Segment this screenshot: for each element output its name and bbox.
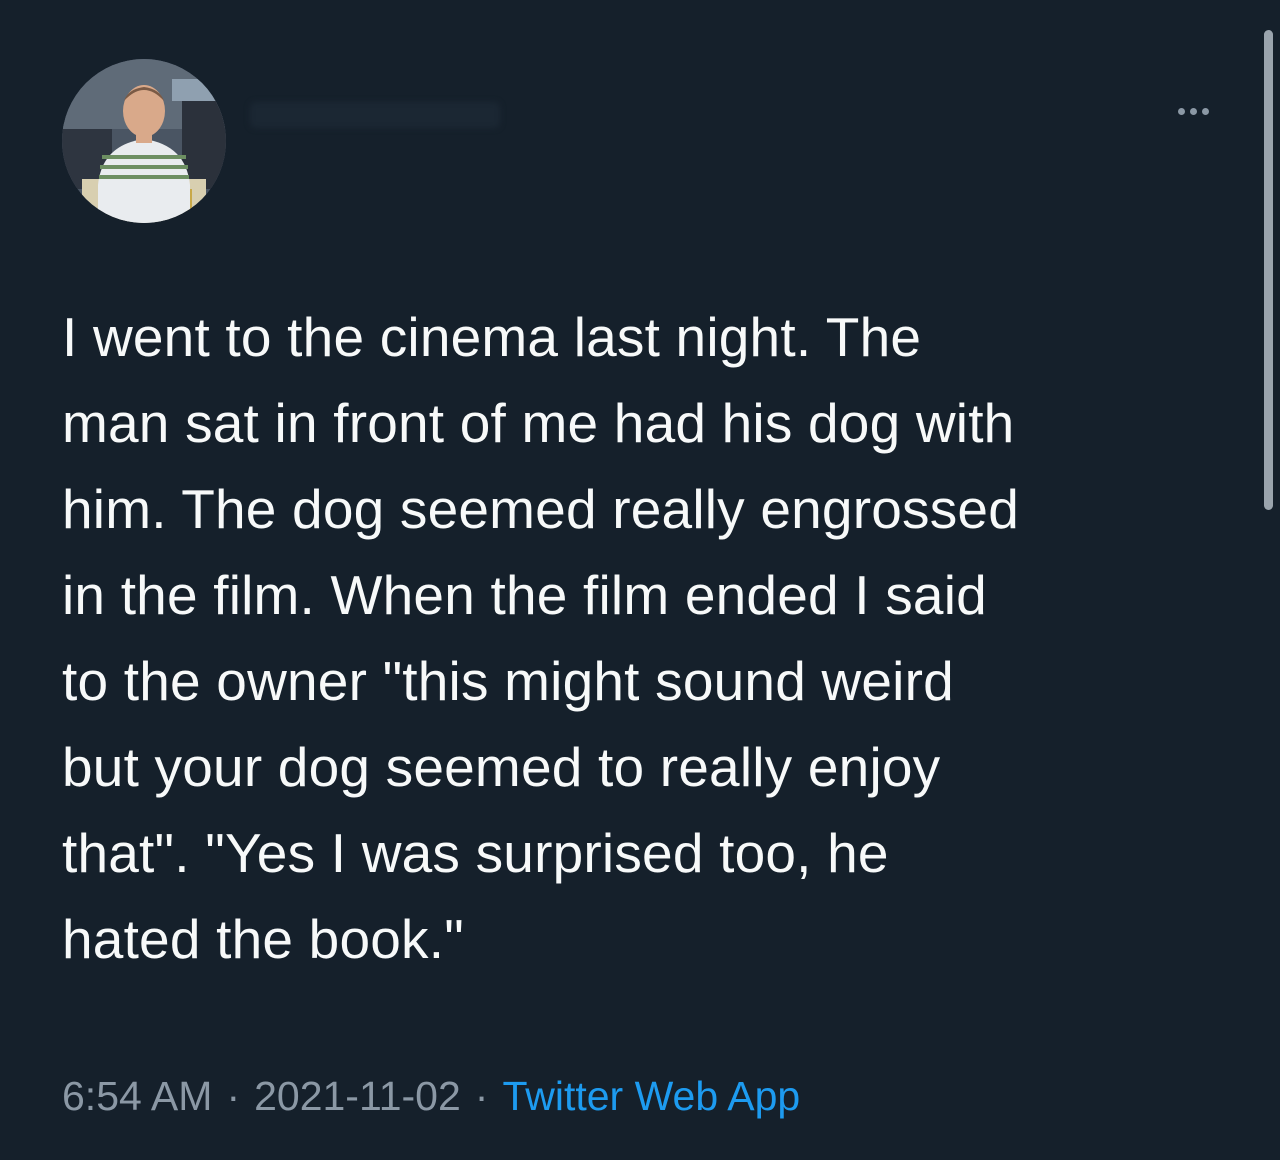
author-name-blur bbox=[250, 102, 500, 128]
avatar[interactable] bbox=[62, 59, 226, 223]
meta-separator: · bbox=[226, 1073, 241, 1119]
more-options-button[interactable] bbox=[1168, 96, 1218, 126]
tweet-date[interactable]: 2021-11-02 bbox=[254, 1073, 461, 1119]
meta-separator: · bbox=[474, 1073, 489, 1119]
tweet-source-link[interactable]: Twitter Web App bbox=[502, 1073, 800, 1119]
more-horizontal-icon bbox=[1177, 107, 1185, 115]
tweet-detail: I went to the cinema last night. The man… bbox=[0, 0, 1280, 1160]
avatar-image bbox=[62, 59, 226, 223]
scrollbar-thumb[interactable] bbox=[1264, 30, 1273, 510]
scrollbar[interactable] bbox=[1258, 0, 1280, 1160]
tweet-text: I went to the cinema last night. The man… bbox=[62, 306, 1019, 970]
more-horizontal-icon-dot bbox=[1189, 107, 1197, 115]
author-name-obscured[interactable] bbox=[250, 96, 550, 136]
tweet-meta: 6:54 AM · 2021-11-02 · Twitter Web App bbox=[62, 1066, 800, 1126]
more-horizontal-icon-dot bbox=[1201, 107, 1209, 115]
tweet-time[interactable]: 6:54 AM bbox=[62, 1073, 212, 1119]
